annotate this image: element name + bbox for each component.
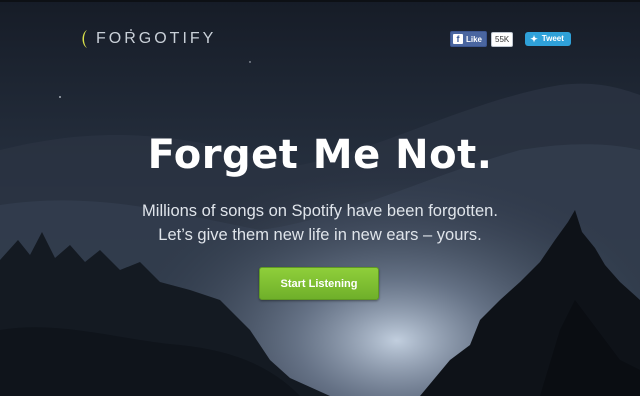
brand-name: FORGOTIFY <box>96 30 217 47</box>
facebook-like-label: Like <box>466 34 483 44</box>
top-border <box>0 0 640 2</box>
hero-title: Forget Me Not. <box>147 132 493 178</box>
facebook-icon: f <box>453 34 463 44</box>
tweet-button[interactable]: ✦ Tweet <box>525 32 571 46</box>
hero-subtitle-line1: Millions of songs on Spotify have been f… <box>142 202 498 220</box>
social-buttons: f Like 55K ✦ Tweet <box>450 31 571 47</box>
twitter-bird-icon: ✦ <box>530 34 538 44</box>
hero-subtitle-line2: Let’s give them new life in new ears – y… <box>158 226 482 244</box>
crescent-moon-icon <box>78 29 90 49</box>
start-listening-button[interactable]: Start Listening <box>259 267 379 300</box>
facebook-like-button[interactable]: f Like <box>450 31 488 47</box>
brand-logo[interactable]: FORGOTIFY <box>78 29 216 49</box>
tweet-label: Tweet <box>541 34 564 43</box>
background-landscape <box>0 0 640 396</box>
facebook-like-count: 55K <box>491 31 514 47</box>
